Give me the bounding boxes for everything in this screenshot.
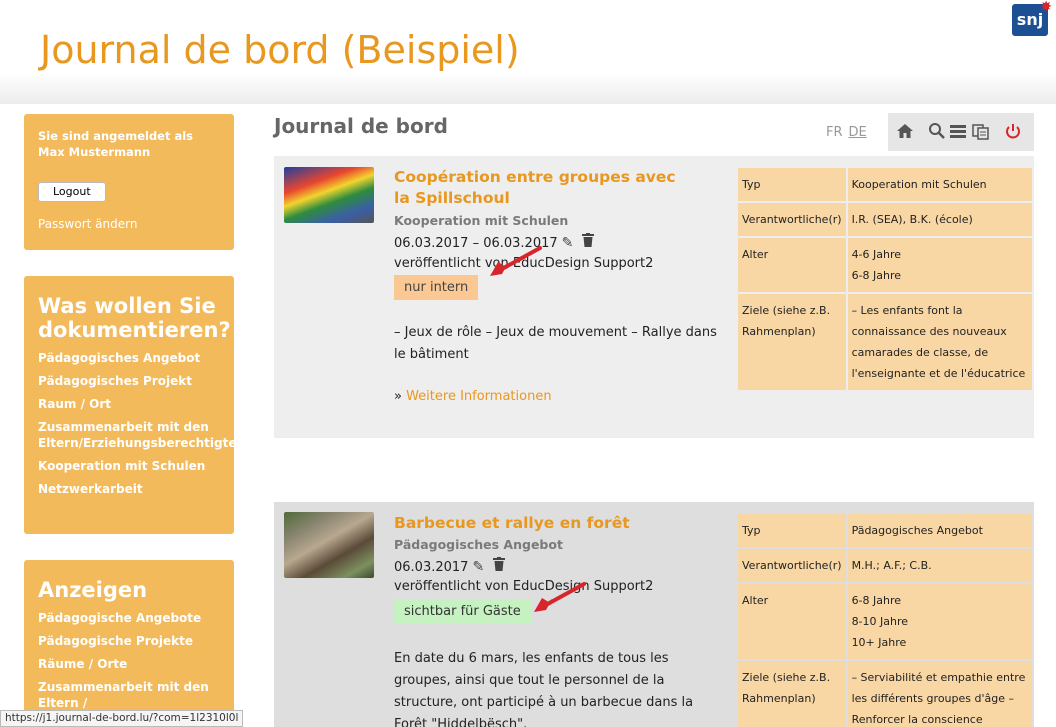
entry-meta-table: Typ Kooperation mit Schulen Verantwortli…: [736, 166, 1034, 392]
copy-icon[interactable]: [972, 122, 990, 144]
doc-link-paedagogisches-angebot[interactable]: Pädagogisches Angebot: [38, 350, 220, 366]
meta-row: Typ Kooperation mit Schulen: [738, 168, 1032, 201]
edit-icon[interactable]: ✎: [562, 235, 574, 251]
meta-value: I.R. (SEA), B.K. (école): [847, 203, 1032, 236]
meta-value-line: 6-8 Jahre: [851, 594, 902, 607]
meta-value: – Serviabilité et empathie entre les dif…: [847, 661, 1032, 727]
more-prefix: »: [394, 389, 407, 404]
meta-value: Kooperation mit Schulen: [847, 168, 1032, 201]
show-box: Anzeigen Pädagogische Angebote Pädagogis…: [24, 560, 234, 727]
doc-link-raum-ort[interactable]: Raum / Ort: [38, 396, 220, 412]
power-icon[interactable]: [1004, 122, 1022, 144]
snj-logo[interactable]: snj ✸: [1012, 0, 1052, 36]
meta-key: Ziele (siehe z.B. Rahmenplan): [738, 294, 846, 390]
site-header: Journal de bord (Beispiel) snj ✸: [0, 0, 1056, 104]
journal-entry: Barbecue et rallye en forêt Pädagogische…: [274, 502, 1034, 727]
meta-row: Verantwortliche(r) M.H.; A.F.; C.B.: [738, 549, 1032, 582]
more-info-row: » Weitere Informationen: [394, 389, 552, 404]
meta-value: – Les enfants font la connaissance des n…: [847, 294, 1032, 390]
logged-in-text: Sie sind angemeldet als Max Mustermann: [38, 129, 194, 159]
annotation-arrow-icon: [534, 582, 586, 612]
entry-meta-table: Typ Pädagogisches Angebot Verantwortlich…: [736, 512, 1034, 727]
meta-key: Typ: [738, 168, 846, 201]
meta-row: Alter 4-6 Jahre 6-8 Jahre: [738, 238, 1032, 292]
entry-description: En date du 6 mars, les enfants de tous l…: [394, 651, 694, 727]
home-icon[interactable]: [896, 122, 914, 144]
meta-value-line: 4-6 Jahre: [851, 248, 902, 261]
list-icon[interactable]: [950, 122, 966, 144]
browser-status-url: https://j1.journal-de-bord.lu/?com=1l231…: [0, 710, 244, 727]
search-icon[interactable]: [928, 122, 946, 144]
toolbar: [888, 113, 1034, 151]
meta-value: M.H.; A.F.; C.B.: [847, 549, 1032, 582]
entry-published: veröffentlicht von EducDesign Support2: [394, 579, 654, 594]
show-link-raeume-orte[interactable]: Räume / Orte: [38, 656, 220, 672]
meta-key: Ziele (siehe z.B. Rahmenplan): [738, 661, 846, 727]
meta-value-line: 6-8 Jahre: [851, 269, 902, 282]
lang-fr-link[interactable]: FR: [826, 125, 843, 140]
logo-text: snj: [1016, 10, 1044, 29]
doc-link-kooperation-schulen[interactable]: Kooperation mit Schulen: [38, 458, 220, 474]
meta-row: Alter 6-8 Jahre 8-10 Jahre 10+ Jahre: [738, 584, 1032, 659]
meta-row: Ziele (siehe z.B. Rahmenplan) – Les enfa…: [738, 294, 1032, 390]
meta-value-line: 8-10 Jahre: [851, 615, 909, 628]
show-link-zusammenarbeit-eltern[interactable]: Zusammenarbeit mit den Eltern /: [38, 679, 220, 711]
show-link-paedagogische-projekte[interactable]: Pädagogische Projekte: [38, 633, 220, 649]
meta-value: Pädagogisches Angebot: [847, 514, 1032, 547]
meta-key: Alter: [738, 238, 846, 292]
journal-entry: Coopération entre groupes avec la Spills…: [274, 156, 1034, 438]
meta-key: Typ: [738, 514, 846, 547]
doc-link-paedagogisches-projekt[interactable]: Pädagogisches Projekt: [38, 373, 220, 389]
meta-key: Alter: [738, 584, 846, 659]
sun-icon: ✸: [1040, 0, 1052, 15]
trash-icon[interactable]: [577, 233, 594, 251]
change-password-link[interactable]: Passwort ändern: [38, 216, 220, 232]
entry-category: Kooperation mit Schulen: [394, 213, 569, 228]
annotation-arrow-icon: [490, 246, 542, 276]
login-box: Sie sind angemeldet als Max Mustermann L…: [24, 114, 234, 250]
entry-description: – Jeux de rôle – Jeux de mouvement – Ral…: [394, 325, 717, 362]
edit-icon[interactable]: ✎: [472, 559, 484, 575]
doc-link-zusammenarbeit-eltern[interactable]: Zusammenarbeit mit den Eltern/Erziehungs…: [38, 419, 245, 451]
meta-row: Ziele (siehe z.B. Rahmenplan) – Serviabi…: [738, 661, 1032, 727]
entry-date-row: 06.03.2017 ✎: [394, 557, 505, 575]
visibility-badge: sichtbar für Gäste: [394, 599, 531, 624]
show-heading: Anzeigen: [38, 578, 148, 602]
more-info-link[interactable]: Weitere Informationen: [406, 389, 551, 404]
entry-date: 06.03.2017: [394, 560, 469, 575]
page-title: Journal de bord: [274, 114, 448, 138]
meta-row: Verantwortliche(r) I.R. (SEA), B.K. (éco…: [738, 203, 1032, 236]
document-heading: Was wollen Sie dokumentieren?: [38, 294, 231, 342]
entry-thumbnail[interactable]: [284, 167, 374, 223]
visibility-badge: nur intern: [394, 275, 479, 300]
show-link-paedagogische-angebote[interactable]: Pädagogische Angebote: [38, 610, 220, 626]
logout-button[interactable]: Logout: [38, 182, 106, 202]
entry-category: Pädagogisches Angebot: [394, 537, 563, 552]
meta-key: Verantwortliche(r): [738, 203, 846, 236]
entry-title[interactable]: Coopération entre groupes avec la Spills…: [394, 167, 694, 209]
meta-value: 6-8 Jahre 8-10 Jahre 10+ Jahre: [847, 584, 1032, 659]
entry-title[interactable]: Barbecue et rallye en forêt: [394, 513, 694, 534]
site-title: Journal de bord (Beispiel): [40, 28, 520, 72]
entry-thumbnail[interactable]: [284, 512, 374, 578]
meta-value-line: 10+ Jahre: [851, 636, 907, 649]
document-box: Was wollen Sie dokumentieren? Pädagogisc…: [24, 276, 245, 534]
meta-value: 4-6 Jahre 6-8 Jahre: [847, 238, 1032, 292]
meta-key: Verantwortliche(r): [738, 549, 846, 582]
doc-link-netzwerkarbeit[interactable]: Netzwerkarbeit: [38, 481, 220, 497]
meta-row: Typ Pädagogisches Angebot: [738, 514, 1032, 547]
lang-de-link[interactable]: DE: [849, 125, 867, 140]
trash-icon[interactable]: [488, 557, 505, 575]
language-switcher: FR DE: [826, 125, 867, 140]
